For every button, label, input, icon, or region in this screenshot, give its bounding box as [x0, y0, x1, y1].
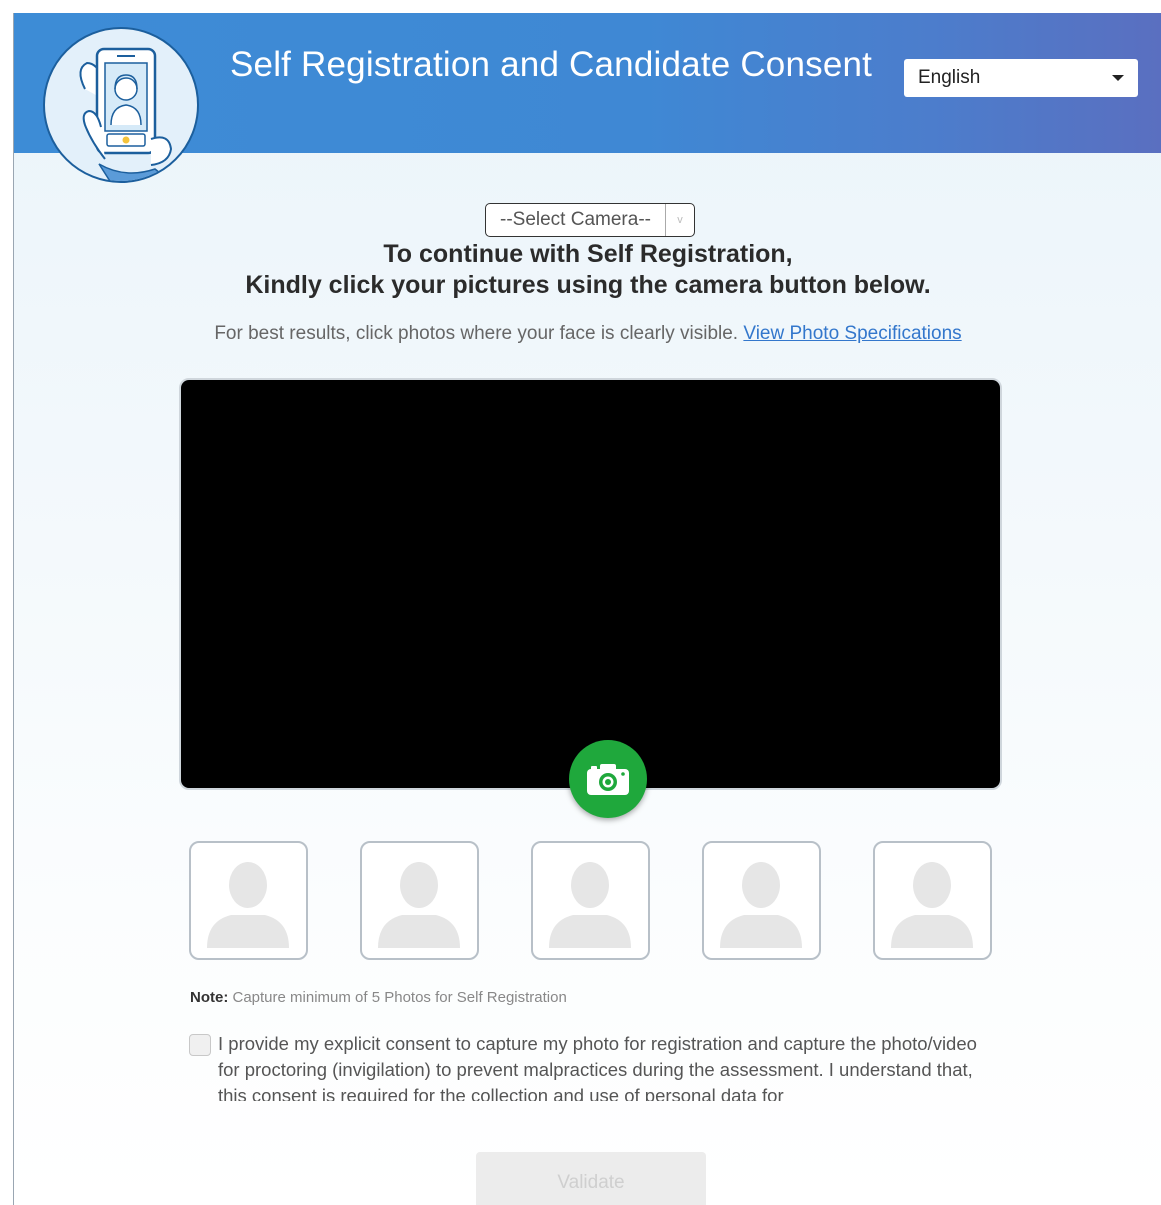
chevron-down-icon: v	[665, 204, 694, 236]
selfie-phone-icon	[43, 27, 199, 183]
camera-icon	[587, 764, 629, 795]
page-title: Self Registration and Candidate Consent	[230, 45, 873, 84]
photo-slot-5	[873, 841, 992, 960]
person-placeholder-icon	[549, 862, 631, 948]
instruction-line-2: Kindly click your pictures using the cam…	[245, 271, 931, 299]
photo-hint: For best results, click photos where you…	[14, 323, 1161, 345]
photo-hint-text: For best results, click photos where you…	[214, 323, 739, 344]
capture-photo-button[interactable]	[569, 740, 647, 818]
photo-slot-2	[360, 841, 479, 960]
validate-button[interactable]: Validate	[476, 1152, 706, 1205]
camera-select-label: --Select Camera--	[500, 209, 651, 230]
photo-slot-3	[531, 841, 650, 960]
capture-note: Note: Capture minimum of 5 Photos for Se…	[190, 989, 567, 1006]
person-placeholder-icon	[720, 862, 802, 948]
note-text: Capture minimum of 5 Photos for Self Reg…	[232, 989, 567, 1006]
person-placeholder-icon	[891, 862, 973, 948]
chevron-down-icon	[1112, 75, 1124, 81]
note-label: Note:	[190, 989, 229, 1006]
photo-slot-4	[702, 841, 821, 960]
consent-text: I provide my explicit consent to capture…	[218, 1033, 977, 1101]
instruction-line-1: To continue with Self Registration,	[383, 240, 793, 268]
person-placeholder-icon	[378, 862, 460, 948]
camera-preview	[179, 378, 1002, 790]
photo-specifications-link[interactable]: View Photo Specifications	[743, 323, 961, 344]
registration-panel: Self Registration and Candidate Consent …	[13, 13, 1161, 1205]
language-select-value: English	[918, 67, 981, 88]
language-select[interactable]: English	[904, 59, 1138, 97]
consent-checkbox[interactable]	[189, 1034, 211, 1056]
photo-slot-1	[189, 841, 308, 960]
person-placeholder-icon	[207, 862, 289, 948]
camera-select[interactable]: --Select Camera-- v	[485, 203, 695, 237]
